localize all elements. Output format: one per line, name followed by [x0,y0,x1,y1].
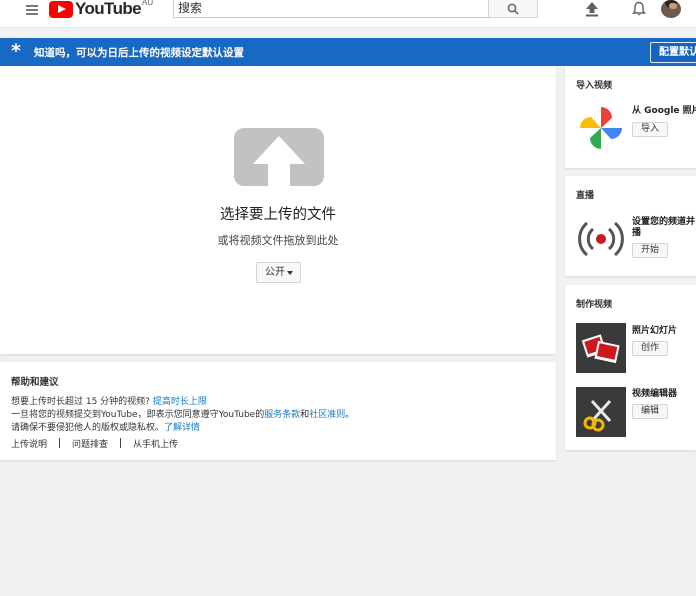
help-panel: 帮助和建议 想要上传时长超过 15 分钟的视频? 提高时长上限 一旦将您的视频提… [0,362,556,460]
live-broadcast-icon [578,221,624,257]
star-icon: * [11,40,21,62]
import-title: 导入视频 [576,81,613,91]
google-photos-icon [580,107,622,149]
banner-message: 知道吗，可以为日后上传的视频设定默认设置 [34,47,244,59]
upload-instructions-link[interactable]: 上传说明 [11,437,47,450]
learn-more-link[interactable]: 了解详情 [164,423,200,433]
logo-text: YouTube [75,0,142,18]
help-line-copyright: 请确保不要侵犯他人的版权或隐私权。了解详情 [11,420,200,433]
upload-title: 选择要上传的文件 [220,207,336,223]
import-button[interactable]: 导入 [632,122,669,137]
terms-link[interactable]: 服务条款 [264,410,300,420]
live-card: 直播 设置您的频道并 播 开始 [565,176,696,276]
help-text: 和 [300,410,310,420]
youtube-logo[interactable]: YouTube AU [49,0,153,18]
search-button[interactable] [488,0,538,18]
help-text: 。 [345,410,355,420]
slideshow-icon [576,323,626,373]
privacy-dropdown[interactable]: 公开 [256,262,301,283]
create-slideshow-button[interactable]: 创作 [632,341,669,356]
privacy-value: 公开 [265,267,285,278]
avatar[interactable] [661,0,681,18]
bell-icon[interactable] [631,1,647,17]
upload-icon[interactable] [585,1,599,17]
search-icon [507,3,519,15]
configure-defaults-button[interactable]: 配置默认 [650,42,696,63]
troubleshoot-link[interactable]: 问题排查 [72,437,108,450]
increase-limit-link[interactable]: 提高时长上限 [153,397,207,407]
help-text: 请确保不要侵犯他人的版权或隐私权。 [11,423,165,433]
play-logo-icon [49,0,73,18]
create-title: 制作视频 [576,300,613,310]
help-text: 一旦将您的视频提交到YouTube，即表示您同意遵守YouTube的 [11,410,265,420]
import-video-card: 导入视频 从 Google 照片导 导入 [565,66,696,168]
help-title: 帮助和建议 [11,377,59,388]
upload-panel[interactable]: 选择要上传的文件 或将视频文件拖放到此处 公开 [0,66,556,354]
chevron-down-icon [287,271,293,275]
divider [59,438,61,448]
region-code: AU [142,0,154,7]
guidelines-link[interactable]: 社区准则 [309,410,345,420]
help-line-terms: 一旦将您的视频提交到YouTube，即表示您同意遵守YouTube的服务条款和社… [11,407,354,420]
upload-subtitle: 或将视频文件拖放到此处 [217,234,339,247]
search-input[interactable]: 搜索 [173,0,489,18]
upload-cloud-icon[interactable] [234,128,324,186]
help-text: 想要上传时长超过 15 分钟的视频? [11,397,150,407]
live-title: 直播 [576,191,595,201]
help-links: 上传说明 问题排查 从手机上传 [11,437,178,450]
help-line-duration: 想要上传时长超过 15 分钟的视频? 提高时长上限 [11,394,207,407]
divider [120,438,122,448]
video-editor-button[interactable]: 编辑 [632,404,669,419]
create-video-card: 制作视频 照片幻灯片 创作 视频编辑器 编辑 [565,285,696,450]
editor-label: 视频编辑器 [632,389,678,399]
start-live-button[interactable]: 开始 [632,243,669,258]
scissors-icon [576,387,626,437]
live-label-line1: 设置您的频道并 [632,217,696,227]
menu-icon[interactable] [26,3,38,15]
live-label-line2: 播 [632,228,642,238]
import-label: 从 Google 照片导 [632,106,696,116]
defaults-banner: * 知道吗，可以为日后上传的视频设定默认设置 配置默认 [0,38,696,66]
mobile-upload-link[interactable]: 从手机上传 [133,437,178,450]
slideshow-label: 照片幻灯片 [632,326,678,336]
masthead: YouTube AU 搜索 [0,0,696,28]
